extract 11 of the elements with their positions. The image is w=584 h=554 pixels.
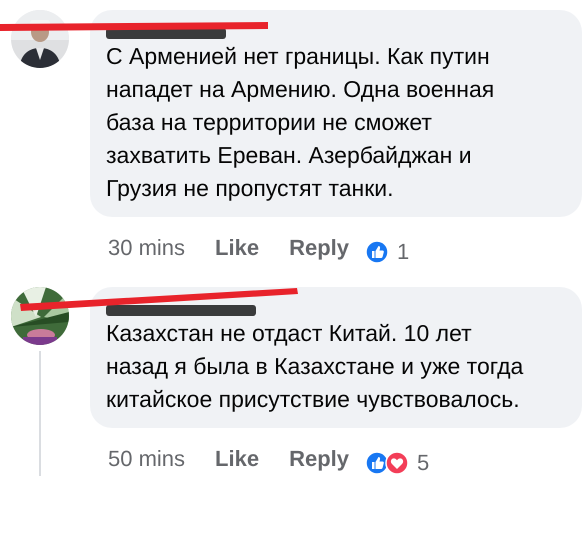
reply-button[interactable]: Reply xyxy=(289,235,349,261)
reply-button[interactable]: Reply xyxy=(289,446,349,472)
reaction-count[interactable]: 1 xyxy=(397,239,410,265)
like-icon xyxy=(365,240,389,264)
comment-time[interactable]: 30 mins xyxy=(108,235,186,261)
like-button[interactable]: Like xyxy=(215,235,260,261)
comment-text: С Арменией нет границы. Как путин нападет на Армению. Одна военная база на территории не сможет захватить Ереван. Азербайджан и Грузия не пропустят танки. xyxy=(106,42,496,203)
comment-time[interactable]: 50 mins xyxy=(108,446,186,472)
like-button[interactable]: Like xyxy=(215,446,260,472)
comment-text: Казахстан не отдаст Китай. 10 лет назад я была в Казахстане и уже тогда китайское присутствие чувствовалось. xyxy=(106,319,524,414)
reaction-count[interactable]: 5 xyxy=(417,450,430,476)
